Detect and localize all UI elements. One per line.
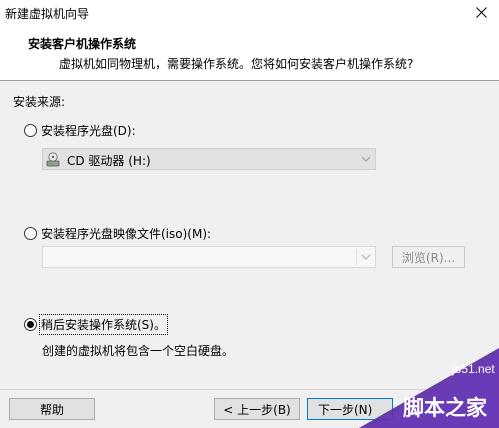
cd-drive-icon (46, 152, 60, 167)
watermark-name: 脚本之家 (403, 396, 487, 420)
browse-button[interactable]: 浏览(R)... (392, 246, 465, 268)
window-titlebar: 新建虚拟机向导 (0, 0, 499, 24)
help-button[interactable]: 帮助 (9, 398, 95, 420)
window-title: 新建虚拟机向导 (5, 7, 90, 21)
iso-path-select[interactable] (42, 246, 376, 268)
radio-install-later-label: 稍后安装操作系统(S)。 (39, 314, 168, 335)
back-button[interactable]: < 上一步(B) (214, 398, 300, 420)
close-button[interactable] (463, 0, 499, 24)
radio-install-later[interactable]: 稍后安装操作系统(S)。 (24, 314, 168, 335)
radio-install-iso[interactable]: 安装程序光盘映像文件(iso)(M): (24, 225, 224, 241)
radio-install-disc-label: 安装程序光盘(D): (41, 124, 136, 138)
chevron-down-icon (361, 254, 371, 260)
radio-circle-selected[interactable] (24, 318, 37, 331)
radio-circle[interactable] (24, 227, 37, 240)
radio-install-iso-label: 安装程序光盘映像文件(iso)(M): (41, 227, 212, 241)
chevron-down-icon (361, 156, 371, 162)
watermark-url: jb51.net (452, 362, 495, 376)
combo-divider (356, 249, 357, 265)
drive-select-value: CD 驱动器 (H:) (67, 154, 151, 168)
page-subtitle: 虚拟机如同物理机，需要操作系统。您将如何安装客户机操作系统? (59, 57, 414, 71)
radio-install-disc[interactable]: 安装程序光盘(D): (24, 122, 184, 138)
install-later-description: 创建的虚拟机将包含一个空白硬盘。 (42, 344, 235, 358)
radio-circle[interactable] (24, 124, 37, 137)
close-icon (475, 6, 487, 18)
drive-select[interactable]: CD 驱动器 (H:) (42, 148, 376, 170)
page-title: 安装客户机操作系统 (28, 37, 137, 51)
install-source-label: 安装来源: (13, 95, 66, 109)
wizard-header: 安装客户机操作系统 虚拟机如同物理机，需要操作系统。您将如何安装客户机操作系统? (0, 24, 499, 81)
